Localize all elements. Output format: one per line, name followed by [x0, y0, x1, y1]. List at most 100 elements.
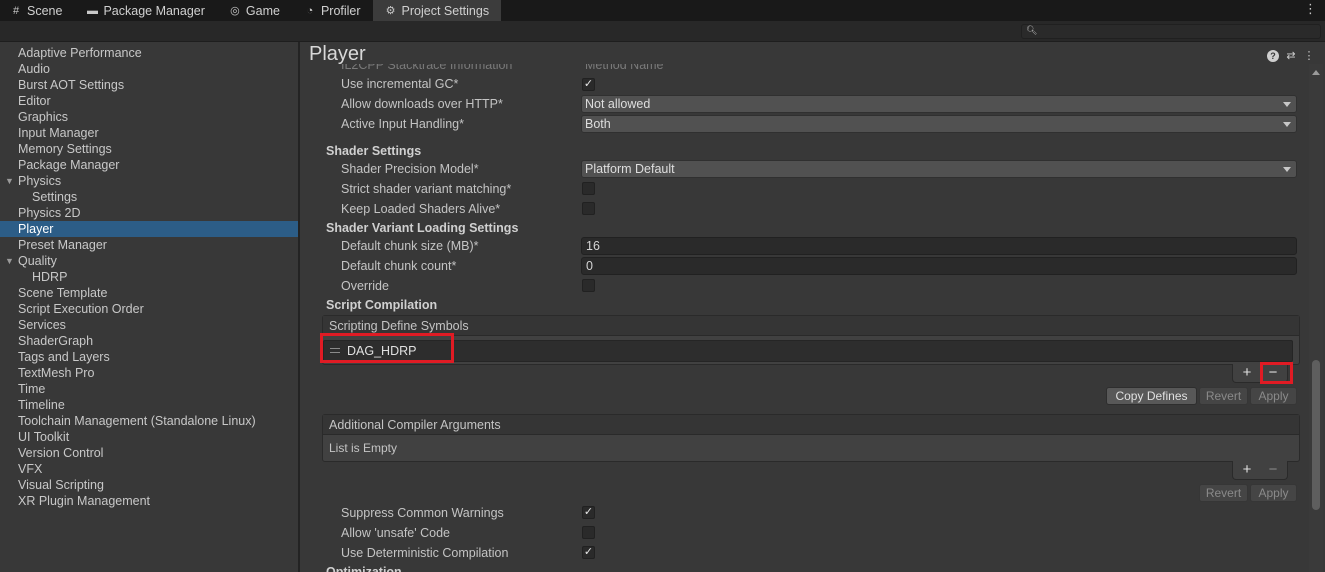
sidebar-item-toolchain-management-standalone-linux[interactable]: Toolchain Management (Standalone Linux) [0, 413, 298, 429]
apply-button[interactable]: Apply [1250, 484, 1297, 502]
sidebar-item-label: Audio [18, 62, 50, 76]
sidebar-item-label: Player [18, 222, 54, 236]
tab-game[interactable]: ◎ Game [217, 0, 292, 21]
expand-arrow-icon[interactable]: ▼ [5, 173, 14, 189]
sidebar-item-audio[interactable]: Audio [0, 61, 298, 77]
setting-label: IL2CPP Stacktrace Information [341, 64, 513, 72]
tab-label: Game [245, 3, 280, 18]
sidebar-item-label: Toolchain Management (Standalone Linux) [18, 414, 256, 428]
search-input[interactable] [1038, 25, 1318, 38]
sidebar-item-editor[interactable]: Editor [0, 93, 298, 109]
sidebar-item-tags-and-layers[interactable]: Tags and Layers [0, 349, 298, 365]
downloads-http-dropdown[interactable]: Not allowed [581, 95, 1297, 113]
sidebar-item-label: Version Control [18, 446, 104, 460]
sidebar-item-label: Package Manager [18, 158, 120, 172]
more-options-icon[interactable]: ⋮ [1303, 50, 1315, 62]
sidebar-item-quality[interactable]: ▼ Quality [0, 253, 298, 269]
sidebar-item-input-manager[interactable]: Input Manager [0, 125, 298, 141]
sidebar-item-preset-manager[interactable]: Preset Manager [0, 237, 298, 253]
section-header: Shader Variant Loading Settings [326, 221, 519, 235]
sidebar-item-visual-scripting[interactable]: Visual Scripting [0, 477, 298, 493]
sidebar-item-time[interactable]: Time [0, 381, 298, 397]
sidebar-item-vfx[interactable]: VFX [0, 461, 298, 477]
add-button[interactable]: + [1236, 364, 1258, 382]
sidebar-item-burst-aot-settings[interactable]: Burst AOT Settings [0, 77, 298, 93]
allow-unsafe-checkbox[interactable] [582, 526, 595, 539]
search-toolbar: 🔍︎ [0, 21, 1325, 42]
chunk-count-field[interactable]: 0 [581, 257, 1297, 275]
setting-label: Suppress Common Warnings [341, 506, 504, 520]
deterministic-checkbox[interactable]: ✓ [582, 546, 595, 559]
remove-button[interactable]: − [1262, 461, 1284, 479]
sidebar-item-label: HDRP [32, 270, 68, 284]
sidebar-item-hdrp[interactable]: HDRP [0, 269, 298, 285]
add-button[interactable]: + [1236, 461, 1258, 479]
cut-off-row: IL2CPP Stacktrace Information Method Nam… [341, 64, 664, 72]
page-title: Player [309, 43, 366, 65]
revert-button[interactable]: Revert [1199, 387, 1248, 405]
tab-project-settings[interactable]: ⚙ Project Settings [372, 0, 502, 21]
shader-precision-dropdown[interactable]: Platform Default [581, 160, 1297, 178]
vertical-scrollbar[interactable] [1309, 64, 1323, 572]
dropdown-value: Platform Default [585, 162, 675, 176]
apply-button[interactable]: Apply [1250, 387, 1297, 405]
more-options-icon[interactable]: ⋮ [1304, 1, 1317, 17]
scroll-thumb[interactable] [1312, 360, 1320, 510]
sidebar-item-label: Graphics [18, 110, 69, 124]
sidebar-item-textmesh-pro[interactable]: TextMesh Pro [0, 365, 298, 381]
sidebar-item-label: Burst AOT Settings [18, 78, 125, 92]
incremental-gc-checkbox[interactable]: ✓ [582, 78, 595, 91]
suppress-warnings-checkbox[interactable]: ✓ [582, 506, 595, 519]
setting-label: Allow downloads over HTTP* [341, 97, 503, 111]
profiler-icon: ◔ [306, 4, 314, 17]
sidebar-item-label: XR Plugin Management [18, 494, 151, 508]
sidebar-item-memory-settings[interactable]: Memory Settings [0, 141, 298, 157]
sidebar-item-ui-toolkit[interactable]: UI Toolkit [0, 429, 298, 445]
tab-scene[interactable]: # Scene [0, 0, 74, 21]
setting-label: Override [341, 279, 389, 293]
list-item[interactable]: DAG_HDRP [323, 340, 1293, 362]
sidebar-item-services[interactable]: Services [0, 317, 298, 333]
sidebar-item-physics-2d[interactable]: Physics 2D [0, 205, 298, 221]
sidebar-item-physics[interactable]: ▼ Physics [0, 173, 298, 189]
sidebar-item-label: Input Manager [18, 126, 99, 140]
sidebar-item-shadergraph[interactable]: ShaderGraph [0, 333, 298, 349]
strict-variant-checkbox[interactable] [582, 182, 595, 195]
sidebar-item-timeline[interactable]: Timeline [0, 397, 298, 413]
input-handling-dropdown[interactable]: Both [581, 115, 1297, 133]
search-icon: 🔍︎ [1026, 25, 1038, 35]
sidebar-item-xr-plugin-management[interactable]: XR Plugin Management [0, 493, 298, 509]
sidebar-item-player[interactable]: Player [0, 221, 298, 237]
grid-icon: # [12, 4, 20, 17]
chevron-down-icon [1283, 122, 1291, 127]
settings-sidebar: Adaptive Performance Audio Burst AOT Setti… [0, 42, 298, 572]
settings-main-panel: Player ? ⇄ ⋮ IL2CPP Stacktrace Informati… [300, 42, 1325, 572]
sidebar-item-scene-template[interactable]: Scene Template [0, 285, 298, 301]
dropdown-value: Not allowed [585, 97, 651, 111]
expand-arrow-icon[interactable]: ▼ [5, 253, 14, 269]
chunk-size-field[interactable]: 16 [581, 237, 1297, 255]
sidebar-item-package-manager[interactable]: Package Manager [0, 157, 298, 173]
tab-label: Package Manager [103, 3, 205, 18]
copy-defines-button[interactable]: Copy Defines [1106, 387, 1197, 405]
sidebar-item-graphics[interactable]: Graphics [0, 109, 298, 125]
help-icon[interactable]: ? [1267, 50, 1279, 62]
sidebar-item-label: VFX [18, 462, 43, 476]
search-field[interactable]: 🔍︎ [1021, 24, 1321, 39]
sidebar-item-settings[interactable]: Settings [0, 189, 298, 205]
setting-label: Use incremental GC* [341, 77, 459, 91]
tab-profiler[interactable]: ◔ Profiler [292, 0, 373, 21]
preset-icon[interactable]: ⇄ [1285, 50, 1297, 62]
override-checkbox[interactable] [582, 279, 595, 292]
revert-button[interactable]: Revert [1199, 484, 1248, 502]
sidebar-item-script-execution-order[interactable]: Script Execution Order [0, 301, 298, 317]
scroll-up-arrow-icon[interactable] [1312, 70, 1320, 75]
setting-value: Method Name [585, 64, 664, 72]
sidebar-item-label: Tags and Layers [18, 350, 110, 364]
sidebar-item-version-control[interactable]: Version Control [0, 445, 298, 461]
keep-shaders-checkbox[interactable] [582, 202, 595, 215]
sidebar-item-adaptive-performance[interactable]: Adaptive Performance [0, 45, 298, 61]
gamepad-icon: ◎ [230, 5, 240, 17]
tab-package-manager[interactable]: ▬ Package Manager [74, 0, 216, 21]
dropdown-value: Both [585, 117, 611, 131]
